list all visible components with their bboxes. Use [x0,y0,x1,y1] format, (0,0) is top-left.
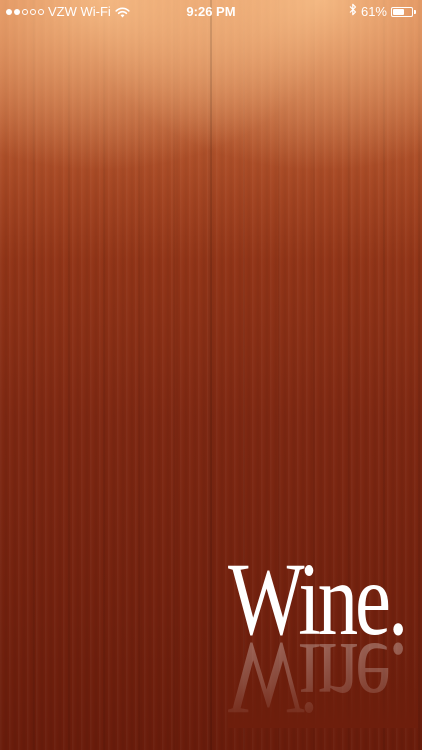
battery-percent: 61% [360,4,387,19]
wood-seam [210,0,212,750]
app-logo: Wine. Wine. [228,548,418,736]
status-right: 61% [349,0,416,24]
bluetooth-icon [349,0,357,24]
battery-icon [391,7,413,17]
battery-level [393,9,404,15]
status-bar: VZW Wi-Fi 9:26 PM 61% [0,0,422,24]
battery-cap [414,10,416,14]
logo-reflection: Wine. [228,621,406,736]
splash-screen: VZW Wi-Fi 9:26 PM 61% Wine. Wine. [0,0,422,750]
